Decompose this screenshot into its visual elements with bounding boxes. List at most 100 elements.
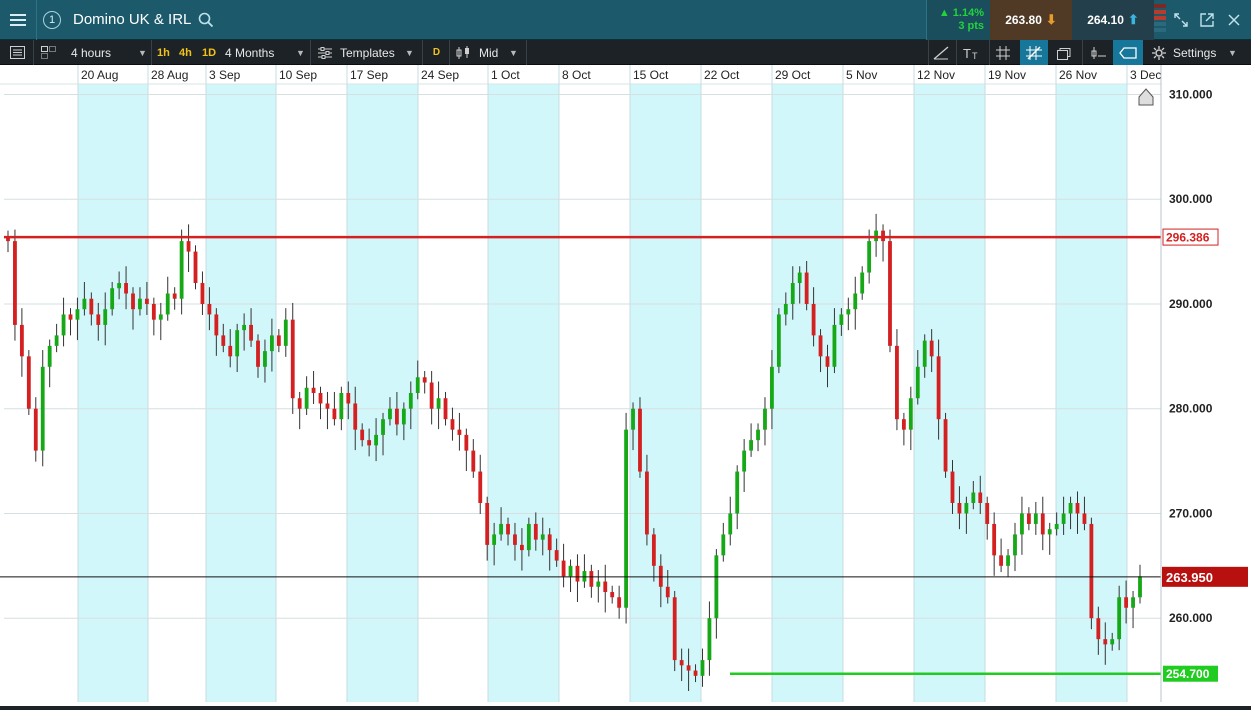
candle-up [867, 241, 872, 273]
quick-interval-1h[interactable]: 1h [157, 40, 170, 65]
candle-down [1103, 639, 1108, 645]
x-tick-label: 20 Aug [81, 68, 118, 82]
candle-down [26, 356, 31, 409]
candle-down [471, 450, 476, 472]
candle-up [408, 393, 413, 409]
layout-icon[interactable] [41, 40, 56, 65]
candle-up [568, 565, 573, 577]
price-type-caret-icon[interactable]: ▼ [509, 40, 518, 65]
candle-up [790, 283, 795, 304]
price-change: ▲ 1.14% 3 pts [926, 0, 990, 40]
quick-interval-4h[interactable]: 4h [179, 40, 192, 65]
candle-down [658, 565, 663, 587]
support-badge-text: 254.700 [1166, 667, 1210, 681]
candlestick-icon[interactable] [456, 40, 472, 65]
buy-button[interactable]: 264.10 ⬆ [1072, 0, 1154, 40]
candle-down [645, 471, 649, 535]
candle-down [297, 398, 302, 409]
windows-icon[interactable] [1057, 40, 1073, 65]
arrow-up-icon: ⬆ [1127, 12, 1139, 27]
candle-up [40, 366, 45, 451]
candle-down [214, 314, 219, 336]
candle-up [763, 408, 767, 430]
instrument-title[interactable]: Domino UK & IRL [73, 11, 191, 28]
templates-button[interactable]: Templates [340, 40, 395, 65]
candle-up [1054, 523, 1059, 530]
candle-down [1040, 513, 1045, 535]
candle-up [75, 309, 80, 320]
search-icon[interactable] [198, 12, 214, 33]
candle-up [846, 309, 851, 315]
candle-down [96, 314, 101, 325]
interval-caret-icon[interactable]: ▼ [138, 40, 147, 65]
candle-up [47, 345, 52, 367]
text-size-icon[interactable]: TT [963, 40, 981, 65]
range-caret-icon[interactable]: ▼ [296, 40, 305, 65]
quick-interval-1d[interactable]: 1D [202, 40, 216, 65]
candle-down [89, 298, 94, 315]
candle-down [367, 440, 372, 446]
y-tick-label: 260.000 [1169, 611, 1213, 625]
draw-line-icon[interactable] [933, 40, 949, 65]
market-depth-icon[interactable] [1154, 4, 1166, 38]
candle-down [311, 387, 316, 393]
y-tick-label: 280.000 [1169, 402, 1213, 416]
candle-down [19, 324, 24, 357]
sell-price: 263.80 [1005, 13, 1042, 27]
grid-icon[interactable] [996, 40, 1010, 65]
candle-up [631, 408, 635, 430]
crosshair-grid-icon[interactable] [1020, 40, 1048, 65]
resistance-badge-text: 296.386 [1166, 231, 1210, 245]
close-icon[interactable] [1221, 0, 1247, 40]
y-tick-label: 270.000 [1169, 506, 1213, 520]
settings-caret-icon[interactable]: ▼ [1228, 40, 1237, 65]
candle-down [124, 283, 128, 294]
candle-up [388, 408, 392, 420]
price-chart[interactable]: 20 Aug 28 Aug 3 Sep 10 Sep 17 Sep 24 Sep 1 Oct… [0, 65, 1251, 710]
chart-canvas[interactable]: 20 Aug 28 Aug 3 Sep 10 Sep 17 Sep 24 Sep 1 Oct… [0, 65, 1251, 706]
candle-up [415, 377, 420, 393]
candle-down [144, 298, 149, 304]
templates-icon[interactable] [318, 40, 332, 65]
interval-select[interactable]: 4 hours [71, 40, 111, 65]
candle-up [179, 241, 184, 299]
svg-text:T: T [963, 46, 971, 60]
y-axis: 310.000 300.000 290.000 280.000 270.000 260.0… [1160, 65, 1251, 706]
current-price-badge-text: 263.950 [1166, 570, 1213, 585]
candle-down [332, 408, 337, 420]
bottom-border [0, 706, 1251, 710]
candle-down [1082, 513, 1087, 524]
candle-up [797, 272, 802, 284]
y-axis-background [1161, 65, 1251, 706]
window-number[interactable]: 1 [37, 0, 67, 40]
settings-gear-icon[interactable] [1152, 40, 1166, 65]
candle-up [1033, 513, 1038, 524]
list-view-icon[interactable] [10, 40, 25, 65]
candle-up [304, 387, 309, 409]
candle-down [186, 241, 191, 252]
candle-down [638, 408, 642, 472]
candle-down [151, 303, 156, 320]
candle-down [804, 272, 809, 304]
settings-button[interactable]: Settings [1173, 40, 1216, 65]
y-tick-label: 300.000 [1169, 192, 1213, 206]
range-select[interactable]: 4 Months [225, 40, 274, 65]
menu-icon[interactable] [0, 0, 37, 40]
popout-icon[interactable] [1194, 0, 1220, 40]
candle-up [596, 581, 601, 587]
candle-down [617, 597, 622, 608]
candle-up [235, 330, 240, 357]
candle-down [353, 403, 358, 430]
price-line-icon[interactable] [1090, 40, 1106, 65]
candle-up [110, 288, 115, 310]
tag-icon[interactable] [1113, 40, 1143, 65]
change-points: 3 pts [958, 20, 984, 32]
price-type-select[interactable]: Mid [479, 40, 498, 65]
candle-down [610, 592, 615, 598]
templates-caret-icon[interactable]: ▼ [405, 40, 414, 65]
x-tick-label: 17 Sep [350, 68, 388, 82]
expand-icon[interactable] [1168, 0, 1194, 40]
d-badge[interactable]: D [429, 45, 444, 60]
candle-down [394, 408, 399, 425]
sell-button[interactable]: 263.80 ⬇ [990, 0, 1072, 40]
